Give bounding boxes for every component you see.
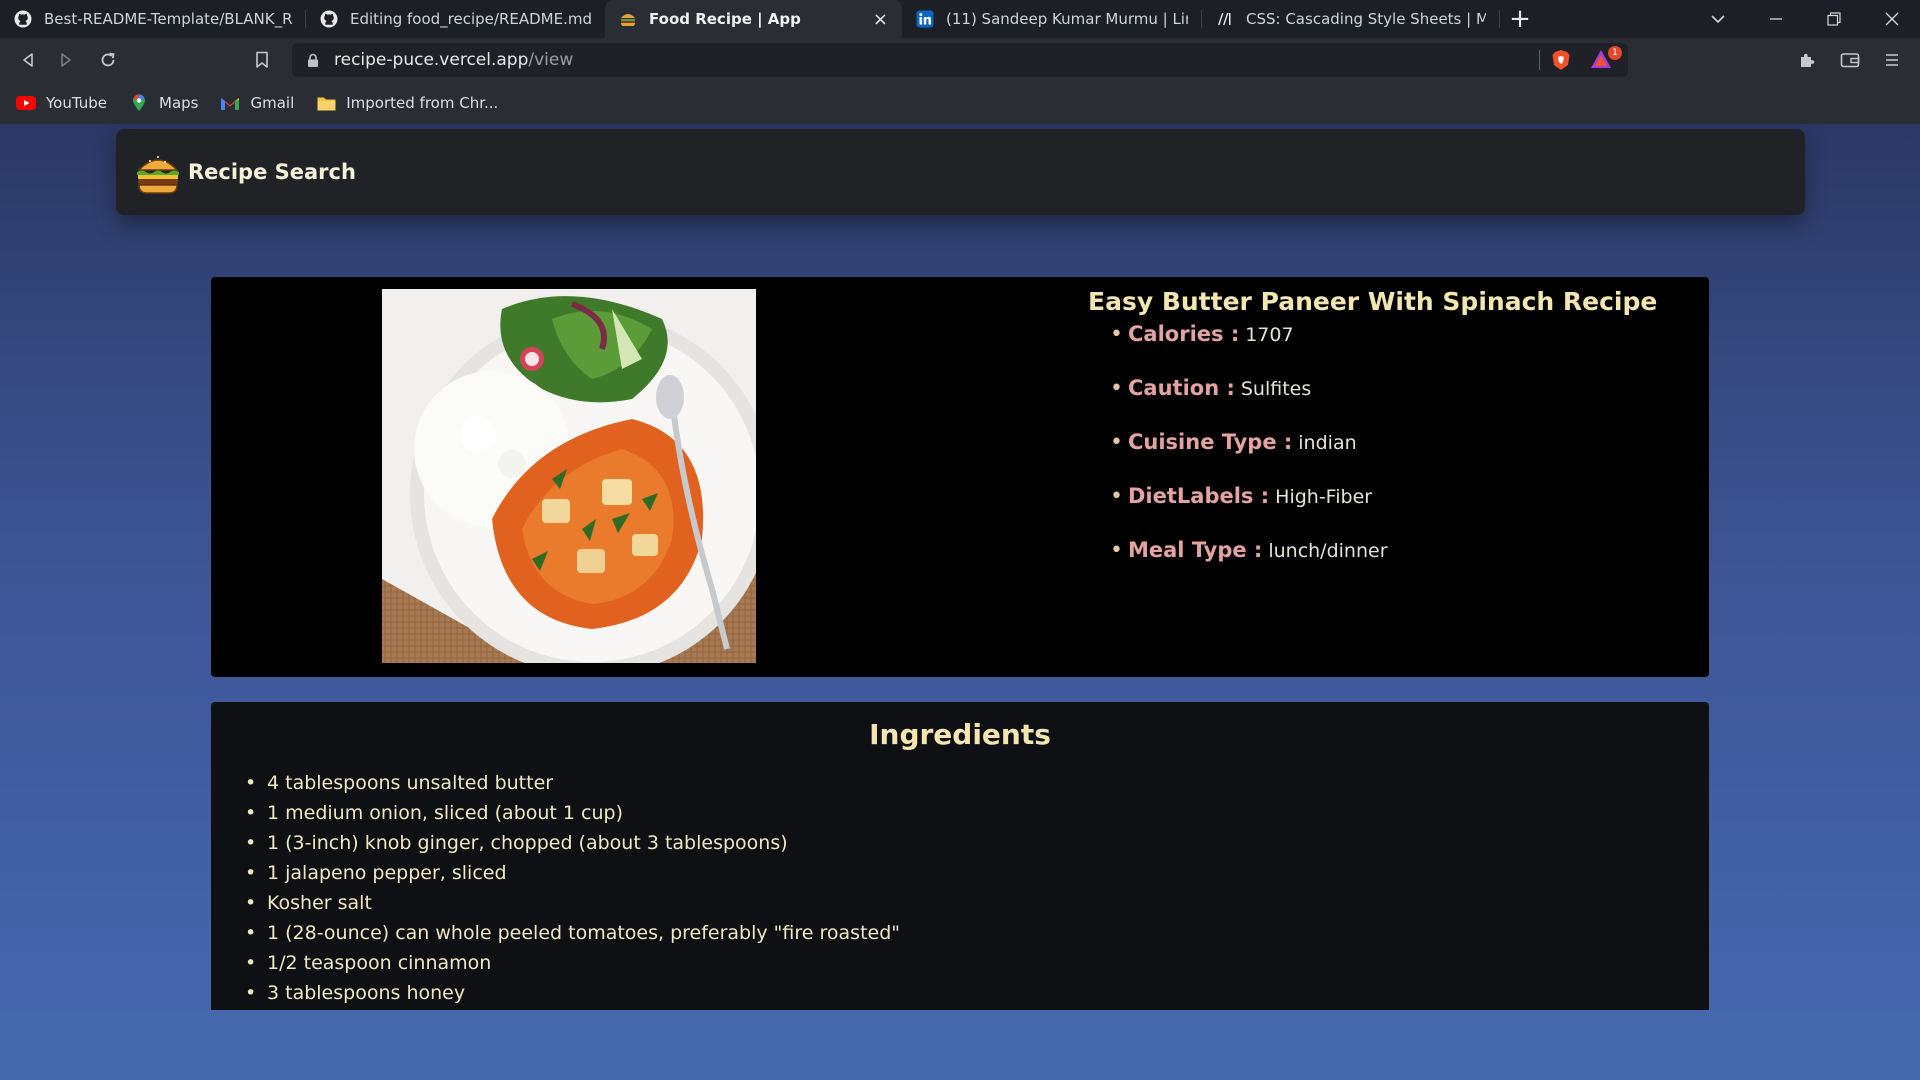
recipe-photo	[382, 289, 756, 663]
tab-separator	[1499, 10, 1500, 28]
linkedin-icon	[916, 10, 934, 28]
bookmarks-bar: YouTube Maps Gmail Imported from Chr...	[0, 82, 1920, 124]
ingredient-item: Kosher salt	[245, 888, 900, 918]
fact-diet-labels: DietLabels :High-Fiber	[1110, 484, 1688, 538]
tab-food-recipe[interactable]: Food Recipe | App ×	[605, 0, 902, 38]
site-brand[interactable]: Recipe Search	[188, 160, 356, 184]
ingredient-item: 1 (28-ounce) can whole peeled tomatoes, …	[245, 918, 900, 948]
github-icon	[320, 10, 338, 28]
tab-title: Best-README-Template/BLANK_README	[44, 10, 292, 28]
recipe-facts-list: Calories :1707 Caution :Sulfites Cuisine…	[1088, 322, 1688, 592]
browser-toolbar: recipe-puce.vercel.app/view 1	[0, 38, 1920, 82]
tab-readme-template[interactable]: Best-README-Template/BLANK_README	[0, 0, 306, 38]
wallet-icon[interactable]	[1834, 44, 1866, 76]
recipe-details: Easy Butter Paneer With Spinach Recipe C…	[1088, 287, 1688, 592]
fact-caution: Caution :Sulfites	[1110, 376, 1688, 430]
ingredient-item: 1 (3-inch) knob ginger, chopped (about 3…	[245, 828, 900, 858]
url-host: recipe-puce.vercel.app	[334, 50, 529, 70]
ingredients-list: 4 tablespoons unsalted butter 1 medium o…	[245, 768, 900, 1008]
fact-value: 1707	[1245, 324, 1294, 346]
fact-cuisine-type: Cuisine Type :indian	[1110, 430, 1688, 484]
bookmark-label: YouTube	[46, 94, 107, 112]
ingredient-item: 1/2 teaspoon cinnamon	[245, 948, 900, 978]
address-bar[interactable]: recipe-puce.vercel.app/view 1	[292, 43, 1628, 77]
ingredients-heading: Ingredients	[869, 718, 1051, 751]
bookmark-gmail[interactable]: Gmail	[220, 94, 294, 112]
lock-icon[interactable]	[306, 52, 320, 68]
address-divider	[1539, 50, 1540, 70]
back-icon[interactable]	[12, 44, 44, 76]
site-navbar: Recipe Search	[116, 129, 1805, 215]
page-viewport: Recipe Search Easy Butter Paneer With Sp…	[0, 124, 1920, 1010]
bookmark-label: Maps	[159, 94, 199, 112]
viewport-bottom-strip	[0, 1010, 1920, 1080]
fact-calories: Calories :1707	[1110, 322, 1688, 376]
ingredients-card: Ingredients 4 tablespoons unsalted butte…	[211, 702, 1709, 1010]
tab-title: (11) Sandeep Kumar Murmu | LinkedIn	[946, 10, 1188, 28]
youtube-icon	[16, 95, 36, 111]
bookmark-label: Imported from Chr...	[346, 94, 499, 112]
recipe-title: Easy Butter Paneer With Spinach Recipe	[1088, 287, 1658, 316]
bookmark-imported-folder[interactable]: Imported from Chr...	[316, 94, 498, 112]
ingredient-item: 1 medium onion, sliced (about 1 cup)	[245, 798, 900, 828]
github-icon	[14, 10, 32, 28]
ingredient-item: 4 tablespoons unsalted butter	[245, 768, 900, 798]
fact-value: indian	[1298, 432, 1357, 454]
recipe-card: Easy Butter Paneer With Spinach Recipe C…	[211, 277, 1709, 677]
fact-label: Meal Type :	[1128, 538, 1263, 562]
close-window-icon[interactable]	[1864, 0, 1920, 38]
forward-icon[interactable]	[50, 44, 82, 76]
tab-mdn[interactable]: CSS: Cascading Style Sheets | MDN	[1202, 0, 1500, 38]
ingredient-item: 1 jalapeno pepper, sliced	[245, 858, 900, 888]
minimize-icon[interactable]	[1748, 0, 1804, 38]
mdn-icon	[1216, 10, 1234, 28]
gmail-icon	[220, 95, 240, 111]
tab-title: CSS: Cascading Style Sheets | MDN	[1246, 10, 1486, 28]
maps-pin-icon	[129, 94, 149, 111]
fact-label: Cuisine Type :	[1128, 430, 1293, 454]
restore-icon[interactable]	[1806, 0, 1862, 38]
fact-value: Sulfites	[1240, 378, 1312, 400]
url-path: /view	[528, 50, 574, 70]
folder-icon	[316, 95, 336, 111]
bookmark-label: Gmail	[250, 94, 295, 112]
menu-icon[interactable]	[1876, 44, 1908, 76]
tab-title: Editing food_recipe/README.md at m	[350, 10, 591, 28]
url-text[interactable]: recipe-puce.vercel.app/view	[334, 50, 573, 70]
tab-search-chevron-icon[interactable]	[1690, 0, 1746, 38]
brave-rewards-icon[interactable]: 1	[1590, 46, 1622, 71]
extensions-puzzle-icon[interactable]	[1791, 44, 1823, 76]
fact-label: Calories :	[1128, 322, 1240, 346]
fact-label: DietLabels :	[1128, 484, 1270, 508]
fact-label: Caution :	[1128, 376, 1235, 400]
ingredient-item: 3 tablespoons honey	[245, 978, 900, 1008]
fact-meal-type: Meal Type :lunch/dinner	[1110, 538, 1688, 592]
bookmark-icon[interactable]	[246, 44, 278, 76]
bookmark-maps[interactable]: Maps	[129, 94, 198, 112]
tab-strip: Best-README-Template/BLANK_README Editin…	[0, 0, 1920, 38]
new-tab-button[interactable]: +	[1500, 0, 1540, 38]
reload-icon[interactable]	[92, 44, 124, 76]
fact-value: High-Fiber	[1275, 486, 1373, 508]
burger-logo-icon[interactable]	[134, 148, 182, 196]
tab-linkedin[interactable]: (11) Sandeep Kumar Murmu | LinkedIn	[902, 0, 1202, 38]
tab-editing-readme[interactable]: Editing food_recipe/README.md at m	[306, 0, 605, 38]
rewards-badge: 1	[1608, 46, 1622, 60]
close-tab-icon[interactable]: ×	[873, 9, 888, 30]
burger-icon	[619, 10, 637, 28]
bookmark-youtube[interactable]: YouTube	[16, 94, 107, 112]
brave-shields-icon[interactable]	[1550, 49, 1572, 71]
tab-title: Food Recipe | App	[649, 10, 801, 28]
fact-value: lunch/dinner	[1268, 540, 1388, 562]
